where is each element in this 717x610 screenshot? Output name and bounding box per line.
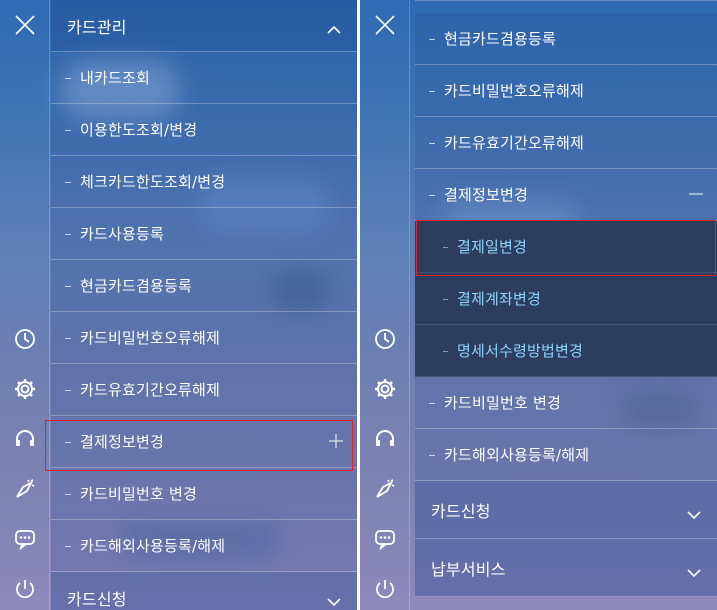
menu-header-label: 납부서비스 <box>431 559 506 579</box>
submenu-item-label: 결제계좌변경 <box>457 290 542 308</box>
menu-item[interactable]: 카드비밀번호오류해제 <box>415 65 717 117</box>
megaphone-icon[interactable] <box>360 474 410 504</box>
dash-marker <box>65 442 71 443</box>
menu-item[interactable]: 카드비밀번호 변경 <box>51 468 357 520</box>
menu-item[interactable]: 현금카드겸용등록 <box>51 260 357 312</box>
submenu-item-statement-method[interactable]: 명세서수령방법변경 <box>415 325 717 377</box>
menu-item[interactable]: 카드사용등록 <box>51 208 357 260</box>
chevron-down-icon <box>687 505 701 524</box>
menu-item[interactable]: 현금카드겸용등록 <box>415 13 717 65</box>
dash-marker <box>65 78 71 79</box>
clock-icon[interactable] <box>0 324 50 354</box>
menu-item-label: 카드비밀번호 변경 <box>444 394 561 412</box>
dash-marker <box>65 234 71 235</box>
menu-item-label: 카드비밀번호오류해제 <box>444 82 585 100</box>
menu-item-label: 카드비밀번호 변경 <box>80 485 197 503</box>
close-icon[interactable] <box>360 10 410 40</box>
menu-item-label: 카드유효기간오류해제 <box>444 134 585 152</box>
dash-marker <box>429 195 435 196</box>
menu-header-bill-payment[interactable]: 납부서비스 <box>415 539 717 597</box>
dash-marker <box>429 143 435 144</box>
menu-item-label: 이용한도조회/변경 <box>80 121 198 139</box>
menu-header-card-apply[interactable]: 카드신청 <box>51 572 357 610</box>
submenu-item-label: 명세서수령방법변경 <box>457 342 584 360</box>
gear-icon[interactable] <box>0 374 50 404</box>
menu-list: 카드관리 내카드조회 이용한도조회/변경 체크카드한도조회/변경 카드사용등록 … <box>51 0 357 610</box>
menu-item-label: 체크카드한도조회/변경 <box>80 173 226 191</box>
dash-marker <box>429 91 435 92</box>
icon-rail <box>360 0 410 610</box>
menu-item[interactable]: 카드유효기간오류해제 <box>51 364 357 416</box>
power-icon[interactable] <box>360 574 410 604</box>
headset-icon[interactable] <box>0 424 50 454</box>
dash-marker <box>429 39 435 40</box>
submenu-item-payment-account[interactable]: 결제계좌변경 <box>415 273 717 325</box>
left-menu-panel: 카드관리 내카드조회 이용한도조회/변경 체크카드한도조회/변경 카드사용등록 … <box>0 0 357 610</box>
menu-item-label: 결제정보변경 <box>80 433 165 451</box>
minus-icon <box>689 187 703 201</box>
chevron-up-icon <box>327 20 341 39</box>
megaphone-icon[interactable] <box>0 474 50 504</box>
menu-item[interactable]: 이용한도조회/변경 <box>51 104 357 156</box>
menu-header-label: 카드신청 <box>67 589 127 609</box>
menu-item[interactable]: 카드해외사용등록/해제 <box>415 429 717 481</box>
menu-list: 현금카드겸용등록 카드비밀번호오류해제 카드유효기간오류해제 결제정보변경 결제… <box>415 0 717 597</box>
menu-item-label: 카드사용등록 <box>80 225 165 243</box>
submenu-item-payment-date[interactable]: 결제일변경 <box>415 221 717 273</box>
menu-item[interactable]: 체크카드한도조회/변경 <box>51 156 357 208</box>
dash-marker <box>443 299 448 300</box>
dash-marker <box>65 390 71 391</box>
dash-marker <box>443 247 448 248</box>
dash-marker <box>65 338 71 339</box>
icon-rail <box>0 0 50 610</box>
menu-header-label: 카드관리 <box>67 17 127 37</box>
menu-item-payment-info[interactable]: 결제정보변경 <box>415 169 717 221</box>
menu-item[interactable]: 카드유효기간오류해제 <box>415 117 717 169</box>
menu-item-label: 카드비밀번호오류해제 <box>80 329 221 347</box>
dash-marker <box>429 403 435 404</box>
dash-marker <box>65 494 71 495</box>
menu-header-card-apply[interactable]: 카드신청 <box>415 481 717 539</box>
chat-icon[interactable] <box>360 524 410 554</box>
menu-item-label: 현금카드겸용등록 <box>444 30 557 48</box>
chevron-down-icon <box>327 592 341 610</box>
menu-item-label: 카드해외사용등록/해제 <box>444 446 590 464</box>
gear-icon[interactable] <box>360 374 410 404</box>
menu-item-label: 카드해외사용등록/해제 <box>80 537 226 555</box>
menu-header-label: 카드신청 <box>431 501 491 521</box>
power-icon[interactable] <box>0 574 50 604</box>
dash-marker <box>65 286 71 287</box>
dash-marker <box>443 351 448 352</box>
right-menu-panel: 현금카드겸용등록 카드비밀번호오류해제 카드유효기간오류해제 결제정보변경 결제… <box>360 0 717 610</box>
clock-icon[interactable] <box>360 324 410 354</box>
menu-item[interactable]: 내카드조회 <box>51 52 357 104</box>
menu-item-label: 카드유효기간오류해제 <box>80 381 221 399</box>
close-icon[interactable] <box>0 10 50 40</box>
dash-marker <box>65 130 71 131</box>
menu-item[interactable]: 카드비밀번호 변경 <box>415 377 717 429</box>
dash-marker <box>65 546 71 547</box>
menu-item-payment-info[interactable]: 결제정보변경 <box>51 416 357 468</box>
menu-item[interactable]: 카드해외사용등록/해제 <box>51 520 357 572</box>
plus-icon <box>329 434 343 448</box>
dash-marker <box>65 182 71 183</box>
menu-item-label: 현금카드겸용등록 <box>80 277 193 295</box>
chat-icon[interactable] <box>0 524 50 554</box>
menu-item[interactable]: 카드비밀번호오류해제 <box>51 312 357 364</box>
row-divider <box>415 0 717 1</box>
headset-icon[interactable] <box>360 424 410 454</box>
dash-marker <box>429 455 435 456</box>
chevron-down-icon <box>687 563 701 582</box>
menu-item-label: 내카드조회 <box>80 69 151 87</box>
menu-item-label: 결제정보변경 <box>444 186 529 204</box>
menu-header-card-management[interactable]: 카드관리 <box>51 0 357 52</box>
submenu-item-label: 결제일변경 <box>457 238 528 256</box>
